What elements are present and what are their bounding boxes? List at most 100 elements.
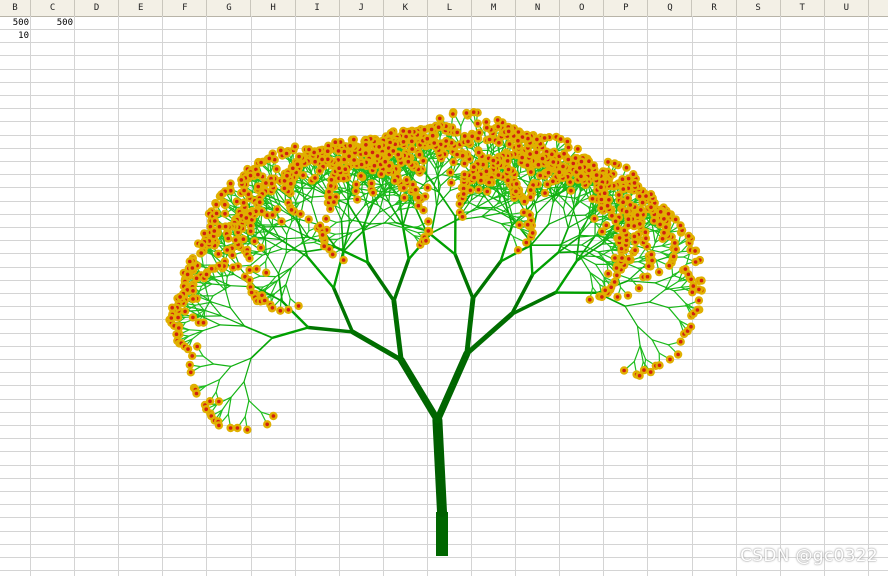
tree-branch	[199, 363, 215, 368]
tree-branch	[212, 363, 232, 367]
flower-center	[491, 158, 496, 163]
tree-branch	[230, 381, 245, 398]
flower-center	[690, 290, 695, 295]
flower-center	[259, 245, 263, 250]
flower-center	[411, 182, 415, 187]
flower-center	[517, 223, 522, 227]
flower-center	[341, 258, 346, 262]
flower-center	[673, 217, 678, 222]
flower-center	[219, 192, 224, 197]
tree-branch	[202, 355, 215, 365]
flower-center	[693, 249, 697, 253]
tree-branch	[667, 307, 681, 322]
flower-center	[643, 230, 648, 234]
flower-center	[217, 399, 221, 404]
flower-center	[668, 357, 672, 362]
flower-center	[621, 187, 626, 191]
flower-center	[590, 197, 595, 201]
flower-center	[425, 185, 430, 190]
flower-center	[248, 229, 253, 234]
tree-branch	[188, 330, 204, 337]
tree-branch	[425, 161, 428, 183]
flower-center	[355, 197, 360, 202]
flower-center	[188, 259, 192, 264]
flower-center	[525, 222, 530, 227]
flower-center	[177, 326, 181, 330]
flower-center	[506, 129, 511, 134]
flower-center	[269, 181, 274, 186]
flower-center	[194, 391, 199, 396]
flower-center	[291, 166, 295, 171]
spreadsheet-grid[interactable]: BCDEFGHIJKLMNOPQRSTU 500 500 10 CSDN @gc…	[0, 0, 888, 576]
flower-center	[285, 173, 289, 178]
tree-branch	[264, 225, 288, 228]
flower-center	[407, 129, 412, 134]
flower-center	[322, 244, 327, 248]
flower-center	[422, 127, 427, 132]
flower-center	[462, 172, 467, 177]
tree-branch	[595, 263, 605, 278]
flower-center	[576, 147, 580, 151]
flower-center	[640, 200, 645, 205]
flower-center	[484, 120, 489, 124]
tree-branch	[667, 305, 687, 309]
flower-center	[320, 233, 325, 237]
flower-center	[248, 173, 253, 178]
flower-center	[426, 219, 431, 224]
flower-center	[606, 271, 610, 276]
flower-center	[622, 228, 627, 233]
flower-center	[613, 256, 617, 260]
flower-center	[624, 209, 629, 214]
flower-center	[697, 287, 701, 292]
flower-center	[279, 219, 284, 224]
flower-center	[413, 188, 418, 192]
flower-center	[233, 238, 238, 242]
flower-center	[674, 247, 678, 252]
flower-center	[191, 289, 195, 293]
flower-center	[337, 166, 341, 170]
flower-center	[379, 172, 384, 176]
flower-center	[189, 370, 193, 375]
tree-branch	[633, 345, 641, 363]
tree-branch	[384, 209, 399, 224]
tree-branch	[244, 400, 250, 418]
tree-branch	[464, 296, 476, 357]
tree-branch	[651, 225, 656, 244]
flower-center	[646, 264, 651, 269]
flower-center	[223, 224, 228, 229]
flower-center	[603, 288, 607, 293]
flower-center	[228, 426, 233, 430]
flower-center	[432, 141, 437, 145]
flower-center	[534, 150, 539, 155]
flower-center	[516, 130, 521, 134]
flower-center	[535, 137, 539, 142]
flower-center	[231, 265, 235, 270]
flower-center	[401, 140, 406, 144]
flower-center	[464, 111, 469, 115]
flower-center	[230, 253, 235, 257]
flower-center	[170, 305, 174, 310]
tree-drawing[interactable]	[0, 0, 888, 576]
flower-center	[455, 152, 459, 157]
flower-center	[528, 213, 532, 217]
flower-center	[342, 149, 347, 154]
tree-branch	[225, 276, 228, 292]
flower-center	[451, 112, 455, 116]
flower-center	[566, 157, 571, 162]
tree-branch	[306, 255, 335, 290]
flower-center	[472, 165, 476, 169]
flower-center	[333, 140, 338, 144]
flower-center	[607, 198, 611, 202]
flower-center	[497, 141, 501, 145]
flower-center	[678, 223, 683, 228]
flower-center	[587, 159, 591, 163]
flower-center	[485, 125, 489, 130]
flower-center	[686, 234, 691, 238]
tree-branch	[562, 207, 569, 229]
flower-center	[461, 192, 466, 196]
flower-center	[225, 248, 229, 252]
flower-center	[438, 116, 442, 121]
flower-center	[626, 176, 631, 181]
flower-center	[217, 423, 221, 428]
flower-center	[359, 174, 363, 178]
